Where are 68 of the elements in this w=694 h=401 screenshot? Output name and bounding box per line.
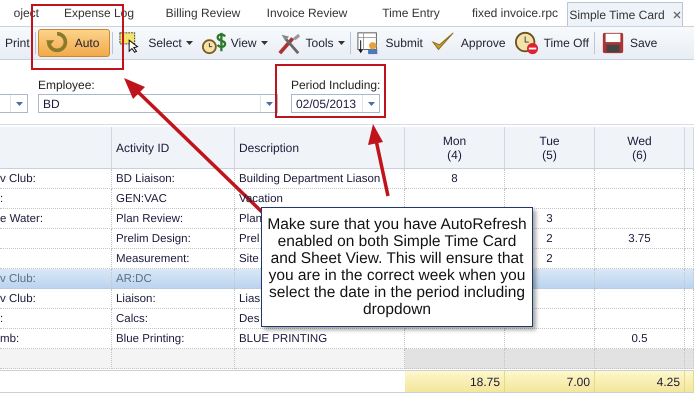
date-dropdown[interactable]: 02/05/2013: [291, 94, 380, 113]
total-cell: 4.25: [656, 374, 680, 388]
dropdown-button[interactable]: Select: [115, 29, 196, 57]
table-cell: BD Liaison:: [116, 172, 175, 184]
table-cell: v Club:: [0, 172, 36, 184]
column-header[interactable]: Wed (6): [595, 127, 685, 169]
header-cell: [685, 127, 694, 169]
table-cell: Des: [239, 312, 260, 324]
table-cell: 2: [546, 252, 553, 264]
toolbar-button[interactable]: Submit: [352, 29, 426, 57]
total-cell: 18.75: [470, 374, 500, 388]
table-cell: e Water:: [0, 212, 44, 224]
table-cell: :: [0, 312, 4, 324]
tab[interactable]: Simple Time Card: [567, 2, 683, 26]
employee-dropdown[interactable]: BD: [38, 94, 278, 113]
caret-icon: [186, 41, 193, 45]
table-row[interactable]: v Club: BD Liaison: Building Department Liason 8: [0, 169, 694, 189]
hint-tooltip: Make sure that you have AutoRefresh enabled on both Simple Time Card and Sheet View. This will ensure that you are in the correct week when you select the date in the period including dropdown: [261, 207, 533, 327]
column-header[interactable]: Tue (5): [505, 127, 595, 169]
table-cell: Building Department Liason: [239, 172, 380, 184]
table-cell: 2: [546, 232, 553, 244]
clock-minus-icon: [514, 31, 540, 55]
table-cell: mb:: [0, 332, 20, 344]
tab[interactable]: Time Entry: [359, 0, 463, 26]
column-header[interactable]: Mon (4): [405, 127, 505, 169]
table-cell: 8: [451, 172, 458, 184]
table-cell: Prelim Design:: [116, 232, 191, 244]
table-cell: GEN:VAC: [116, 192, 167, 204]
close-icon[interactable]: [672, 10, 681, 18]
caret-icon: [368, 102, 374, 106]
dropdown-button[interactable]: Tools: [272, 29, 348, 57]
caret-icon: [338, 41, 345, 45]
table-cell: Lias: [239, 292, 260, 304]
dropdown-field[interactable]: [0, 94, 28, 113]
tab[interactable]: fixed invoice.rpc: [463, 0, 567, 26]
tools-icon: [276, 31, 302, 55]
toolbar-button[interactable]: Print: [2, 29, 33, 57]
table-cell: Plan: [239, 212, 262, 224]
toolbar-button[interactable]: Save: [596, 29, 660, 57]
field-label: Period Including:: [291, 78, 380, 92]
column-header[interactable]: Activity ID: [112, 127, 235, 169]
table-cell: Measurement:: [116, 252, 190, 264]
toolbar-button[interactable]: Auto: [38, 29, 110, 57]
caret-icon: [16, 102, 22, 106]
table-cell: 3.75: [628, 232, 651, 244]
tab[interactable]: Invoice Review: [255, 0, 359, 26]
table-cell: Liaison:: [116, 292, 156, 304]
total-cell: 7.00: [566, 374, 590, 388]
table-cell: Site: [239, 252, 259, 264]
caret-icon: [260, 41, 268, 45]
tab[interactable]: Billing Review: [151, 0, 255, 26]
caret-icon: [266, 102, 272, 106]
table-cell: BLUE PRINTING: [239, 332, 328, 344]
table-cell: v Club:: [0, 272, 36, 284]
field-label: Employee:: [38, 78, 96, 92]
table-cell: 3: [546, 212, 553, 224]
table-cell: Plan Review:: [116, 212, 184, 224]
table-cell: Calcs:: [116, 312, 148, 324]
toolbar-button[interactable]: Approve: [428, 29, 509, 57]
table-cell: v Club:: [0, 292, 36, 304]
clock-dollar-icon: [200, 31, 227, 55]
toolbar-button[interactable]: Time Off: [510, 29, 592, 57]
table-cell: Prel: [239, 232, 260, 244]
table-cell: :: [0, 192, 4, 204]
table-cell: Blue Printing:: [116, 332, 184, 344]
table-cell: 0.5: [632, 332, 648, 344]
table-cell: AR:DC: [116, 272, 152, 284]
dropdown-button[interactable]: View: [198, 29, 271, 57]
